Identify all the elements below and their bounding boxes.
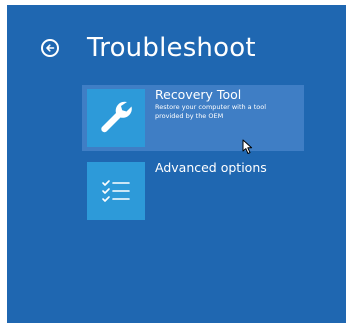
option-recovery-tool[interactable]: Recovery Tool Restore your computer with… — [82, 85, 304, 154]
back-arrow-icon — [46, 44, 55, 52]
advanced-options-tile — [87, 162, 145, 220]
page-title: Troubleshoot — [87, 33, 256, 63]
option-description: Restore your computer with a tool provid… — [155, 103, 267, 120]
option-title: Recovery Tool — [155, 87, 242, 102]
recovery-tool-tile — [87, 89, 145, 147]
back-button[interactable] — [41, 39, 59, 57]
wrench-icon — [101, 101, 132, 133]
option-advanced-options[interactable]: Advanced options — [82, 158, 304, 224]
checklist-icon — [102, 180, 130, 202]
mouse-cursor-icon — [242, 139, 253, 154]
option-title: Advanced options — [155, 160, 267, 175]
troubleshoot-screen: Troubleshoot Recovery Tool Restore your … — [7, 5, 346, 323]
